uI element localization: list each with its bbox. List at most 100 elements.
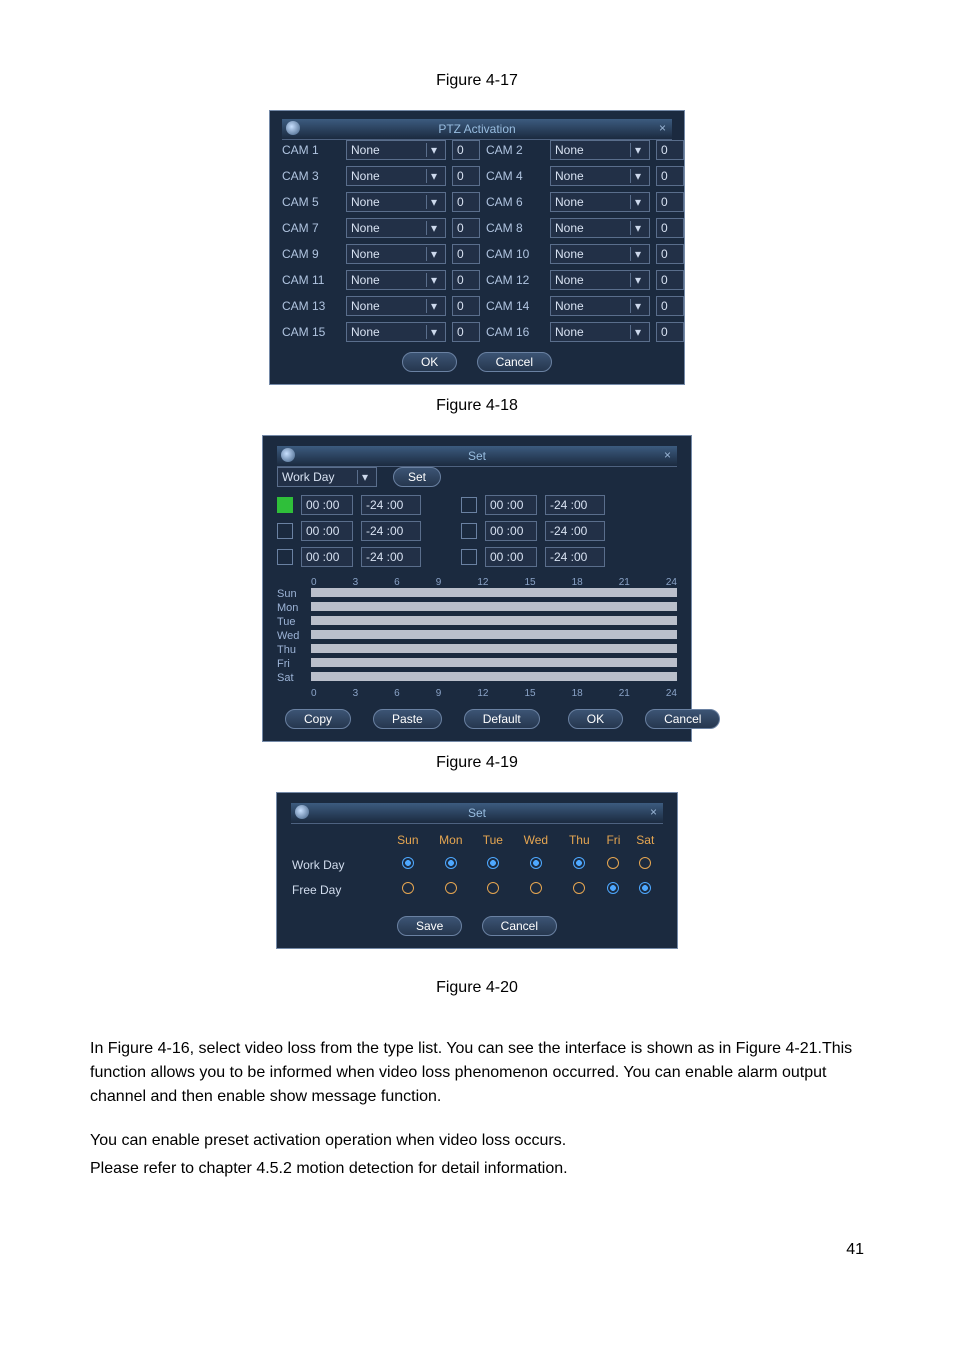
day-radio[interactable]: [487, 882, 499, 894]
cam-label: CAM 4: [486, 169, 544, 183]
day-schedule-bar: [311, 658, 677, 667]
daytype-select[interactable]: Work Day ▾: [277, 467, 377, 487]
cam-preset-input[interactable]: 0: [656, 322, 684, 342]
cam-preset-input[interactable]: 0: [656, 296, 684, 316]
row-label: Work Day: [291, 856, 387, 873]
start-time-input[interactable]: 00 :00: [301, 521, 353, 541]
start-time-input[interactable]: 00 :00: [301, 547, 353, 567]
cam-preset-input[interactable]: 0: [452, 166, 480, 186]
chevron-down-icon: ▾: [357, 470, 372, 484]
cam-action-select[interactable]: None▾: [346, 322, 446, 342]
day-radio[interactable]: [445, 857, 457, 869]
cam-label: CAM 1: [282, 143, 340, 157]
tick-label: 18: [572, 577, 583, 588]
close-icon[interactable]: ×: [650, 805, 657, 819]
cam-action-select[interactable]: None▾: [346, 166, 446, 186]
ok-button[interactable]: OK: [402, 352, 457, 372]
cam-action-select[interactable]: None▾: [550, 322, 650, 342]
cam-action-select[interactable]: None▾: [346, 244, 446, 264]
cam-action-select[interactable]: None▾: [346, 192, 446, 212]
period-enable-checkbox[interactable]: [461, 549, 477, 565]
period-enable-checkbox[interactable]: [277, 497, 293, 513]
day-radio[interactable]: [573, 857, 585, 869]
cam-action-select[interactable]: None▾: [550, 270, 650, 290]
cam-label: CAM 14: [486, 299, 544, 313]
row-label: Free Day: [291, 881, 387, 898]
cam-action-select[interactable]: None▾: [346, 270, 446, 290]
cancel-button[interactable]: Cancel: [482, 916, 557, 936]
cancel-button[interactable]: Cancel: [645, 709, 720, 729]
cam-preset-input[interactable]: 0: [656, 192, 684, 212]
tick-label: 12: [477, 688, 488, 699]
cam-preset-input[interactable]: 0: [452, 296, 480, 316]
start-time-input[interactable]: 00 :00: [485, 547, 537, 567]
period-enable-checkbox[interactable]: [277, 549, 293, 565]
cam-preset-input[interactable]: 0: [452, 322, 480, 342]
cam-label: CAM 16: [486, 325, 544, 339]
end-time-input[interactable]: -24 :00: [361, 521, 421, 541]
day-radio[interactable]: [639, 857, 651, 869]
day-radio[interactable]: [607, 857, 619, 869]
dialog-title: Set: [468, 449, 486, 463]
cam-label: CAM 3: [282, 169, 340, 183]
day-radio[interactable]: [487, 857, 499, 869]
end-time-input[interactable]: -24 :00: [361, 495, 421, 515]
cam-preset-input[interactable]: 0: [656, 218, 684, 238]
day-label: Mon: [277, 602, 311, 614]
cam-preset-input[interactable]: 0: [656, 270, 684, 290]
cam-preset-input[interactable]: 0: [452, 140, 480, 160]
ok-button[interactable]: OK: [568, 709, 623, 729]
start-time-input[interactable]: 00 :00: [485, 521, 537, 541]
day-radio[interactable]: [445, 882, 457, 894]
cancel-button[interactable]: Cancel: [477, 352, 552, 372]
cam-preset-input[interactable]: 0: [656, 140, 684, 160]
cam-action-select[interactable]: None▾: [550, 166, 650, 186]
day-radio[interactable]: [530, 882, 542, 894]
cam-action-select[interactable]: None▾: [550, 218, 650, 238]
day-radio[interactable]: [639, 882, 651, 894]
cam-preset-input[interactable]: 0: [452, 218, 480, 238]
cam-preset-input[interactable]: 0: [656, 244, 684, 264]
chevron-down-icon: ▾: [426, 221, 441, 235]
default-button[interactable]: Default: [464, 709, 540, 729]
chevron-down-icon: ▾: [630, 143, 645, 157]
cam-action-select[interactable]: None▾: [550, 244, 650, 264]
end-time-input[interactable]: -24 :00: [545, 495, 605, 515]
figure-caption: Figure 4-18: [90, 397, 864, 415]
period-enable-checkbox[interactable]: [461, 497, 477, 513]
period-enable-checkbox[interactable]: [461, 523, 477, 539]
close-icon[interactable]: ×: [664, 448, 671, 462]
day-radio[interactable]: [402, 882, 414, 894]
cam-preset-input[interactable]: 0: [452, 244, 480, 264]
day-radio[interactable]: [573, 882, 585, 894]
cam-action-select[interactable]: None▾: [550, 192, 650, 212]
set-button[interactable]: Set: [393, 467, 441, 487]
tick-label: 24: [666, 688, 677, 699]
chevron-down-icon: ▾: [426, 273, 441, 287]
save-button[interactable]: Save: [397, 916, 462, 936]
period-enable-checkbox[interactable]: [277, 523, 293, 539]
copy-button[interactable]: Copy: [285, 709, 351, 729]
ptz-activation-dialog: PTZ Activation × CAM 1 None▾ 0 CAM 2 Non…: [269, 110, 685, 385]
day-radio[interactable]: [530, 857, 542, 869]
end-time-input[interactable]: -24 :00: [361, 547, 421, 567]
cam-preset-input[interactable]: 0: [452, 192, 480, 212]
close-icon[interactable]: ×: [659, 121, 666, 135]
day-schedule-bar: [311, 644, 677, 653]
cam-action-select[interactable]: None▾: [550, 140, 650, 160]
start-time-input[interactable]: 00 :00: [301, 495, 353, 515]
cam-preset-input[interactable]: 0: [452, 270, 480, 290]
cam-label: CAM 6: [486, 195, 544, 209]
cam-action-select[interactable]: None▾: [346, 140, 446, 160]
end-time-input[interactable]: -24 :00: [545, 547, 605, 567]
day-radio[interactable]: [402, 857, 414, 869]
paste-button[interactable]: Paste: [373, 709, 442, 729]
day-radio[interactable]: [607, 882, 619, 894]
start-time-input[interactable]: 00 :00: [485, 495, 537, 515]
cam-action-select[interactable]: None▾: [346, 218, 446, 238]
cam-action-select[interactable]: None▾: [550, 296, 650, 316]
end-time-input[interactable]: -24 :00: [545, 521, 605, 541]
cam-action-select[interactable]: None▾: [346, 296, 446, 316]
chevron-down-icon: ▾: [630, 273, 645, 287]
cam-preset-input[interactable]: 0: [656, 166, 684, 186]
